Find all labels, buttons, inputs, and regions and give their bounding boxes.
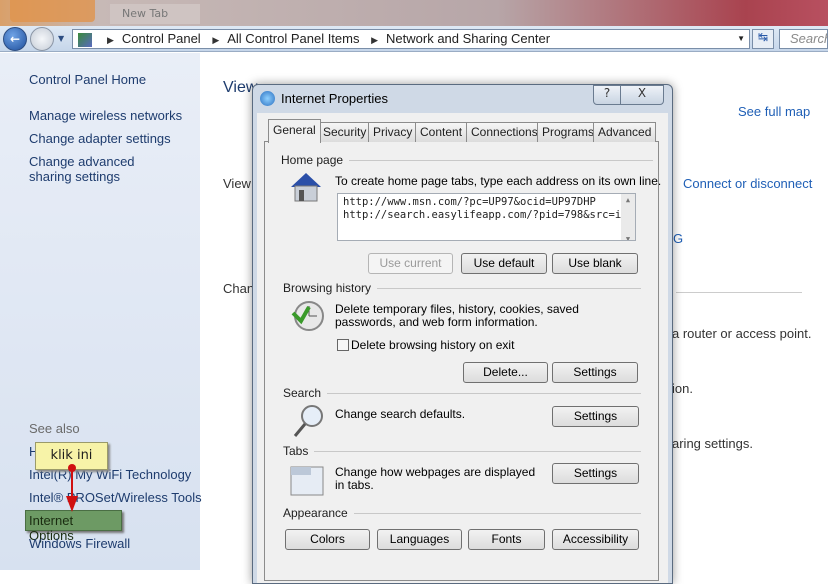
- sidebar-item-adapter-settings[interactable]: Change adapter settings: [29, 131, 171, 146]
- browsing-history-description: Delete temporary files, history, cookies…: [335, 302, 579, 329]
- home-icon: [291, 173, 321, 202]
- tab-advanced[interactable]: Advanced: [593, 122, 657, 142]
- home-page-url: http://search.easylifeapp.com/?pid=798&s…: [343, 209, 636, 221]
- chevron-right-icon: ▶: [371, 35, 379, 45]
- address-dropdown-icon[interactable]: ▼: [737, 34, 745, 43]
- delete-on-exit-checkbox[interactable]: [337, 339, 349, 351]
- tab-connections[interactable]: Connections: [466, 122, 543, 142]
- breadcrumb-item[interactable]: Control Panel: [122, 31, 201, 46]
- magnifier-icon: [293, 405, 323, 437]
- tabs-group: Tabs: [283, 444, 641, 458]
- control-panel-icon: [78, 33, 92, 47]
- group-title: Appearance: [283, 506, 348, 520]
- divider: [676, 292, 802, 293]
- group-title: Tabs: [283, 444, 309, 458]
- history-clock-icon: [291, 301, 324, 331]
- group-title: Browsing history: [283, 281, 372, 295]
- home-page-urls-textarea[interactable]: http://www.msn.com/?pc=UP97&ocid=UP97DHP…: [337, 193, 636, 241]
- help-button[interactable]: ?: [593, 85, 621, 105]
- tabs-icon: [290, 466, 324, 496]
- delete-on-exit-label[interactable]: Delete browsing history on exit: [351, 339, 514, 352]
- change-heading: Chan: [223, 281, 255, 296]
- use-blank-button[interactable]: Use blank: [552, 253, 638, 274]
- breadcrumb-item[interactable]: All Control Panel Items: [227, 31, 359, 46]
- connect-disconnect-link[interactable]: Connect or disconnect: [683, 176, 812, 191]
- main-text-fragment: aring settings.: [672, 436, 753, 451]
- chevron-right-icon: ▶: [212, 35, 220, 45]
- search-input[interactable]: Search: [779, 29, 828, 49]
- accessibility-button[interactable]: Accessibility: [552, 529, 639, 550]
- see-also-item-proset[interactable]: Intel® PROSet/Wireless Tools: [29, 490, 202, 505]
- back-button[interactable]: ←: [3, 27, 27, 51]
- appearance-group: Appearance: [283, 506, 641, 520]
- tab-privacy[interactable]: Privacy: [368, 122, 418, 142]
- colors-button[interactable]: Colors: [285, 529, 370, 550]
- see-also-heading: See also: [29, 421, 80, 436]
- history-settings-button[interactable]: Settings: [552, 362, 638, 383]
- recent-pages-chevron-icon[interactable]: ▼: [58, 34, 64, 43]
- sidebar-item-advanced-sharing[interactable]: Change advanced sharing settings: [29, 154, 179, 184]
- sidebar-item-manage-wireless[interactable]: Manage wireless networks: [29, 108, 182, 123]
- tab-general[interactable]: General: [268, 119, 321, 143]
- annotation-arrow-icon: [66, 464, 78, 512]
- home-page-url: http://www.msn.com/?pc=UP97&ocid=UP97DHP: [343, 196, 596, 208]
- browser-tab-orb[interactable]: [10, 0, 95, 22]
- group-title: Home page: [281, 153, 344, 167]
- tabs-description: Change how webpages are displayed in tab…: [335, 465, 536, 492]
- browsing-history-group: Browsing history: [283, 281, 641, 295]
- dialog-title: Internet Properties: [281, 91, 388, 106]
- network-fragment: G: [673, 231, 684, 246]
- refresh-icon[interactable]: ↹: [752, 29, 774, 49]
- internet-globe-icon: [260, 91, 275, 106]
- tabs-settings-button[interactable]: Settings: [552, 463, 639, 484]
- search-settings-button[interactable]: Settings: [552, 406, 639, 427]
- home-page-group: Home page: [281, 153, 653, 167]
- home-page-description: To create home page tabs, type each addr…: [335, 174, 662, 188]
- sidebar-item-control-panel-home[interactable]: Control Panel Home: [29, 72, 146, 87]
- see-full-map-link[interactable]: See full map: [738, 104, 810, 119]
- tab-programs[interactable]: Programs: [537, 122, 600, 142]
- tab-security[interactable]: Security: [318, 122, 372, 142]
- forward-button[interactable]: [30, 27, 54, 51]
- use-current-button[interactable]: Use current: [368, 253, 453, 274]
- address-bar[interactable]: ▶ Control Panel ▶ All Control Panel Items …: [72, 29, 750, 49]
- search-description: Change search defaults.: [335, 407, 466, 421]
- fonts-button[interactable]: Fonts: [468, 529, 545, 550]
- tab-content[interactable]: Content: [415, 122, 468, 142]
- languages-button[interactable]: Languages: [377, 529, 462, 550]
- use-default-button[interactable]: Use default: [461, 253, 547, 274]
- group-title: Search: [283, 386, 322, 400]
- internet-properties-dialog: Internet Properties ? X General Security…: [252, 84, 673, 584]
- scrollbar[interactable]: ▲ ▼: [621, 194, 635, 240]
- breadcrumb-item[interactable]: Network and Sharing Center: [386, 31, 550, 46]
- delete-button[interactable]: Delete...: [463, 362, 548, 383]
- chevron-right-icon: ▶: [107, 35, 114, 45]
- main-text-fragment: ion.: [672, 381, 693, 396]
- new-tab[interactable]: New Tab: [110, 4, 200, 24]
- close-button[interactable]: X: [620, 85, 664, 105]
- main-text-fragment: a router or access point.: [672, 326, 812, 341]
- main-subheading: View: [223, 176, 251, 191]
- search-group: Search: [283, 386, 641, 400]
- see-also-item-windows-firewall[interactable]: Windows Firewall: [29, 536, 130, 551]
